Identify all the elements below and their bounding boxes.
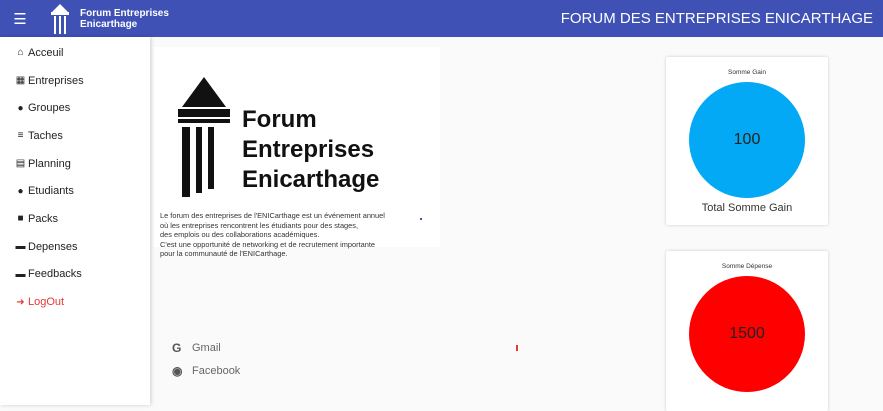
- sidebar-item-depenses[interactable]: ▬ Depenses: [0, 233, 150, 261]
- social-link-facebook[interactable]: ◉ Facebook: [172, 364, 240, 378]
- social-label: Gmail: [192, 342, 221, 354]
- description-line: pour la communauté de l'ENICarthage.: [160, 249, 288, 259]
- stat-card-depense: Somme Dépense 1500: [666, 251, 828, 411]
- sidebar-item-label: Etudiants: [28, 185, 74, 198]
- sidebar-item-planning[interactable]: ▤ Planning: [0, 150, 150, 178]
- briefcase-icon: ■: [17, 213, 24, 225]
- description-line: Le forum des entreprises de l'ENICarthag…: [160, 211, 385, 220]
- users-icon: ●: [17, 102, 24, 114]
- brand-name: Forum Entreprises Enicarthage: [80, 8, 169, 30]
- hamburger-menu-icon[interactable]: ☰: [0, 0, 40, 37]
- gain-value: 100: [733, 131, 761, 148]
- top-app-bar: ☰ Forum Entreprises Enicarthage FORUM DE…: [0, 0, 883, 37]
- sidebar: ⌂ Acceuil ▦ Entreprises ● Groupes ≡ Tach…: [0, 37, 150, 405]
- logo-line-2: Enicarthage: [242, 166, 380, 193]
- social-label: Facebook: [192, 365, 241, 377]
- sidebar-item-etudiants[interactable]: ● Etudiants: [0, 177, 150, 205]
- sidebar-item-taches[interactable]: ≡ Taches: [0, 122, 150, 150]
- decorative-dot: [420, 218, 422, 220]
- sidebar-item-label: Taches: [28, 129, 63, 142]
- home-icon: ⌂: [17, 47, 24, 59]
- facebook-icon: ◉: [172, 364, 183, 378]
- brand-line-2: Enicarthage: [80, 18, 138, 30]
- logout-icon: ➜: [16, 296, 25, 308]
- page-title: FORUM DES ENTREPRISES ENICARTHAGE: [560, 10, 873, 27]
- sidebar-item-logout[interactable]: ➜ LogOut: [0, 288, 150, 316]
- depense-value: 1500: [729, 325, 765, 342]
- description-line: où les entreprises rencontrent les étudi…: [160, 220, 359, 230]
- description-line: C'est une opportunité de networking et d…: [160, 239, 376, 249]
- sidebar-item-acceuil[interactable]: ⌂ Acceuil: [0, 39, 150, 67]
- sidebar-item-label: Depenses: [28, 240, 78, 253]
- sidebar-item-groupes[interactable]: ● Groupes: [0, 94, 150, 122]
- forum-description: Le forum des entreprises de l'ENICarthag…: [160, 211, 420, 259]
- pillar-logo-icon: [178, 77, 230, 197]
- sidebar-item-label: Packs: [28, 212, 58, 225]
- comment-icon: ▬: [15, 268, 26, 280]
- users-icon: ●: [17, 185, 24, 197]
- brand-line-1: Forum Entreprises: [80, 7, 169, 19]
- money-icon: ▬: [15, 241, 26, 253]
- stat-title: Somme Gain: [728, 69, 766, 76]
- sidebar-item-label: Planning: [28, 157, 71, 170]
- sidebar-item-packs[interactable]: ■ Packs: [0, 205, 150, 233]
- description-line: des emplois ou des collaborations académ…: [160, 230, 320, 240]
- stat-title: Somme Dépense: [721, 263, 773, 270]
- main-content: Forum Entreprises Enicarthage Le forum d…: [150, 37, 883, 411]
- brand-logo-icon: [51, 3, 69, 34]
- sidebar-item-label: Groupes: [28, 102, 71, 115]
- sidebar-item-label: Feedbacks: [28, 268, 82, 281]
- sidebar-item-label: Entreprises: [28, 74, 84, 87]
- sidebar-item-feedbacks[interactable]: ▬ Feedbacks: [0, 261, 150, 289]
- google-icon: G: [172, 341, 182, 355]
- logo-text: Forum Entreprises Enicarthage: [242, 105, 440, 195]
- gain-circle: 100: [689, 82, 805, 198]
- decorative-mark: [516, 345, 518, 351]
- stat-card-gain: Somme Gain 100 Total Somme Gain: [666, 57, 828, 225]
- building-icon: ▦: [15, 75, 26, 87]
- social-link-gmail[interactable]: G Gmail: [172, 341, 221, 355]
- logo-line-1: Forum Entreprises: [242, 106, 375, 163]
- list-icon: ≡: [17, 130, 24, 142]
- stat-footer: Total Somme Gain: [701, 202, 793, 214]
- sidebar-item-label: LogOut: [28, 296, 65, 309]
- calendar-icon: ▤: [15, 158, 26, 170]
- sidebar-item-label: Acceuil: [28, 46, 64, 59]
- depense-circle: 1500: [689, 276, 805, 392]
- sidebar-item-entreprises[interactable]: ▦ Entreprises: [0, 67, 150, 95]
